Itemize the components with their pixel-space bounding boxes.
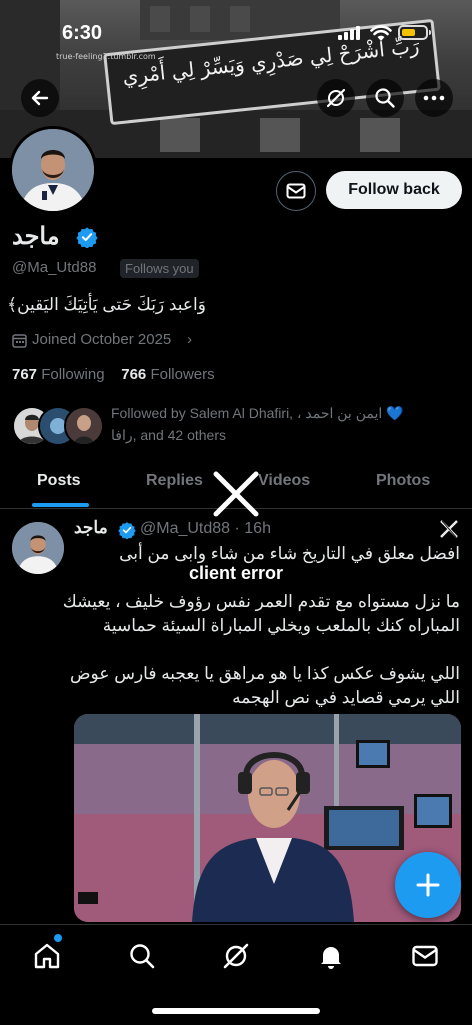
followers-link[interactable]: 766 Followers: [121, 366, 214, 383]
tab-photos[interactable]: Photos: [376, 472, 430, 490]
arrow-left-icon: [31, 90, 49, 106]
follow-back-button[interactable]: Follow back: [326, 171, 462, 209]
back-button[interactable]: [21, 79, 59, 117]
followed-by-text[interactable]: Followed by Salem Al Dhafiri, ، ايمن بن …: [111, 402, 461, 446]
grok-button[interactable]: [317, 79, 355, 117]
battery-icon: [398, 25, 428, 40]
signal-bar: [344, 32, 348, 40]
follower-avatar: [64, 406, 104, 446]
post-text-line: ما نزل مستواه مع تقدم العمر نفس رؤوف خلي…: [62, 592, 460, 611]
following-link[interactable]: 767 Following: [12, 366, 105, 383]
search-icon: [375, 88, 395, 108]
search-icon[interactable]: [127, 941, 157, 971]
followed-by-line: Followed by Salem Al Dhafiri, ، ايمن بن …: [111, 405, 404, 421]
joined-date[interactable]: Joined October 2025: [32, 331, 171, 348]
banner-window: [360, 118, 400, 152]
signal-bar: [356, 26, 360, 40]
post-handle: @Ma_Utd88: [140, 520, 231, 537]
compose-post-button[interactable]: [395, 852, 461, 918]
post-text-line: اللي يشوف عكس كذا يا هو مراهق يا يعجبه ف…: [70, 664, 460, 683]
signal-bar: [338, 35, 342, 40]
mail-icon: [286, 183, 306, 199]
message-button[interactable]: [276, 171, 316, 211]
following-label: Following: [41, 366, 105, 383]
signal-bar: [350, 29, 354, 40]
home-icon[interactable]: [32, 941, 62, 971]
home-indicator: [152, 1008, 320, 1014]
x-logo-icon: [440, 520, 458, 538]
plus-icon: [416, 873, 440, 897]
battery-level: [402, 29, 415, 36]
banner-watermark: true-feeling1.tumblr.com: [56, 52, 156, 61]
more-icon: [423, 95, 445, 101]
followed-by-line: رافا, and 42 others: [111, 427, 227, 443]
notifications-icon[interactable]: [316, 941, 346, 971]
following-count: 767: [12, 366, 38, 383]
profile-display-name: ماجد: [12, 223, 60, 250]
wifi-icon: [370, 25, 392, 41]
avatar-image: [12, 129, 94, 211]
grok-icon[interactable]: [221, 941, 251, 971]
post-author-name[interactable]: ماجد: [74, 518, 108, 538]
profile-handle: @Ma_Utd88: [12, 259, 97, 276]
banner-window: [150, 6, 170, 32]
banner-window: [230, 6, 250, 32]
banner-window: [190, 6, 210, 32]
followers-count: 766: [121, 366, 147, 383]
post-time: 16h: [244, 520, 271, 537]
cellular-signal-icon: [338, 26, 360, 40]
post-text-line: اللي يرمي قصايد في نص الهجمه: [232, 688, 460, 707]
tab-replies[interactable]: Replies: [146, 472, 203, 490]
error-close-icon: [213, 471, 259, 517]
followers-label: Followers: [150, 366, 215, 383]
follow-stats: 767 Following 766 Followers: [12, 366, 215, 383]
search-button[interactable]: [366, 79, 404, 117]
verified-badge-icon: [118, 522, 136, 539]
verified-badge-icon[interactable]: [76, 226, 98, 248]
post-text-line: المباراه كنك بالملعب ويخلي المباراة السي…: [102, 616, 460, 635]
follows-you-badge: Follows you: [120, 259, 199, 278]
messages-icon[interactable]: [410, 941, 440, 971]
banner-window: [160, 118, 200, 152]
grok-icon: [326, 88, 346, 108]
post-handle-time: @Ma_Utd88 · 16h: [140, 520, 271, 537]
calendar-icon: [12, 334, 27, 348]
chevron-right-icon[interactable]: ›: [187, 331, 192, 348]
status-time: 6:30: [62, 22, 103, 44]
tab-videos[interactable]: Videos: [258, 472, 310, 490]
home-notification-dot: [54, 934, 62, 942]
more-button[interactable]: [415, 79, 453, 117]
profile-avatar[interactable]: [9, 126, 97, 214]
tab-indicator: [32, 503, 89, 507]
tab-posts[interactable]: Posts: [37, 472, 81, 490]
error-message: client error: [188, 563, 284, 583]
banner-window: [260, 118, 300, 152]
profile-bio: وَاعبد رَبَكَ حَتى يَأتِيَكَ اليَقين﴾: [7, 295, 206, 314]
